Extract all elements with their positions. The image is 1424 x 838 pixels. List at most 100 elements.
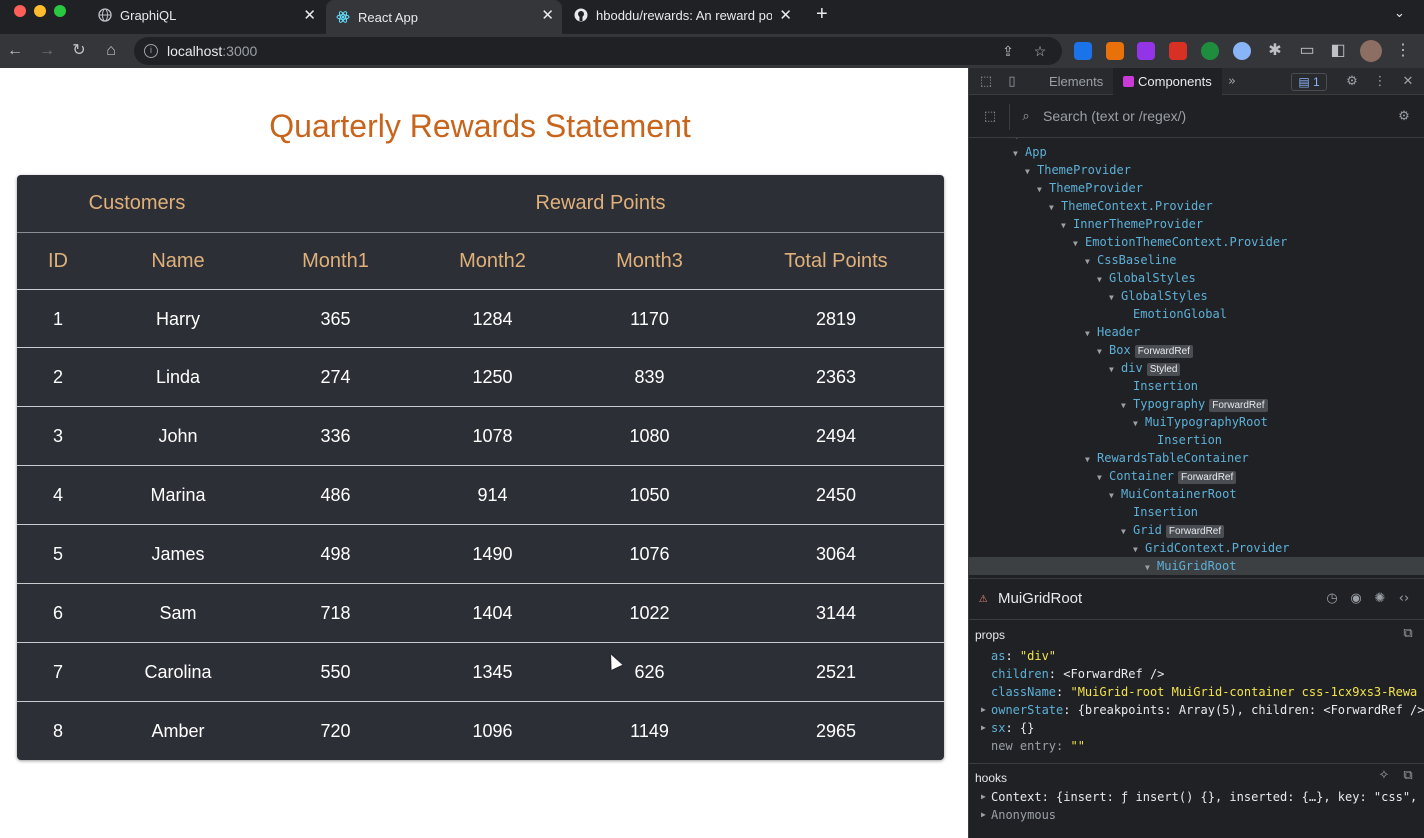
extension-orange-icon[interactable] (1106, 42, 1124, 60)
cell-name: Sam (159, 603, 197, 623)
tree-node[interactable]: Insertion (1133, 377, 1198, 395)
tree-node[interactable]: EmotionGlobal (1133, 305, 1227, 323)
settings-gear-icon[interactable]: ⚙ (1343, 73, 1361, 91)
cell-month3: 1050 (629, 485, 670, 505)
parse-hooks-wand-icon[interactable]: ✧ (1375, 767, 1393, 785)
maximize-window-button[interactable] (54, 5, 66, 17)
tree-node[interactable]: Insertion (1133, 503, 1198, 521)
extension-phone-icon[interactable] (1201, 42, 1219, 60)
tree-node[interactable]: ▼ Grid ForwardRef (1121, 521, 1225, 539)
expand-triangle-icon[interactable]: ▶ (981, 719, 986, 737)
tree-node[interactable]: ▼ Header (1085, 323, 1140, 341)
new-tab-button[interactable]: + (816, 3, 828, 26)
profile-avatar[interactable] (1360, 40, 1382, 62)
close-tab-icon[interactable]: ✕ (541, 6, 554, 24)
hooks-section: hooks ✧ ⧉ ▶ Context: {insert: ƒ insert() … (969, 763, 1424, 838)
expand-triangle-icon[interactable]: ▶ (981, 788, 986, 806)
cell-name: Harry (156, 309, 200, 329)
more-tabs-chevron-icon[interactable]: » (1223, 73, 1241, 91)
extension-purple-icon[interactable] (1137, 42, 1155, 60)
prop-row[interactable]: as: "div" (991, 647, 1419, 665)
browser-menu-icon[interactable]: ⋮ (1392, 40, 1414, 62)
cell-month1: 498 (320, 544, 351, 564)
extension-devtools-icon[interactable] (1074, 42, 1092, 60)
close-tab-icon[interactable]: ✕ (303, 6, 316, 24)
issues-count: 1 (1312, 75, 1320, 89)
copy-hooks-icon[interactable]: ⧉ (1399, 767, 1417, 785)
bug-icon[interactable]: ✺ (1371, 590, 1389, 608)
copy-props-icon[interactable]: ⧉ (1399, 625, 1417, 643)
prop-value[interactable]: "MuiGrid-root MuiGrid-container css-1cx9… (1070, 685, 1419, 699)
site-info-icon[interactable]: i (144, 44, 158, 58)
tree-node[interactable]: ▼ EmotionThemeContext.Provider (1073, 233, 1287, 251)
view-source-icon[interactable]: ‹› (1395, 590, 1413, 608)
home-icon[interactable]: ⌂ (100, 40, 122, 62)
close-window-button[interactable] (14, 5, 26, 17)
tree-node[interactable]: ▼ App (1013, 143, 1047, 161)
tree-node[interactable]: ▼ InnerThemeProvider (1061, 215, 1203, 233)
tree-node[interactable]: ▼ Box ForwardRef (1097, 341, 1193, 359)
back-arrow-icon[interactable]: ← (4, 40, 26, 62)
tree-node[interactable]: ▼ ThemeProvider (1037, 179, 1143, 197)
device-toolbar-icon[interactable]: ▯ (1003, 73, 1021, 91)
tree-node[interactable]: ▼ ThemeProvider (1025, 161, 1131, 179)
tree-node[interactable]: ▼ MuiContainerRoot (1109, 485, 1237, 503)
tree-node[interactable]: ▼ div Styled (1109, 359, 1181, 377)
cast-icon[interactable]: ▭ (1296, 40, 1318, 62)
tree-node[interactable]: ▼ GlobalStyles (1097, 269, 1196, 287)
select-component-icon[interactable]: ⬚ (981, 108, 999, 126)
tree-node[interactable]: ▼ GlobalStyles (1109, 287, 1208, 305)
prop-row[interactable]: ▶ sx: {} (981, 719, 1419, 737)
table-row: 1 Harry 365 1284 1170 2819 (17, 289, 944, 348)
bookmark-star-icon[interactable]: ☆ (1032, 43, 1048, 59)
share-icon[interactable]: ⇪ (1000, 43, 1016, 59)
tree-node[interactable]: Insertion (1157, 431, 1222, 449)
column-header-month3: Month3 (616, 250, 683, 272)
issues-badge[interactable]: ▤ 1 (1291, 73, 1327, 91)
browser-tab-graphiql[interactable]: GraphiQL ✕ (88, 0, 324, 30)
tree-settings-gear-icon[interactable]: ⚙ (1395, 108, 1413, 126)
tab-elements[interactable]: Elements (1049, 68, 1103, 95)
extension-red-icon[interactable] (1169, 42, 1187, 60)
devtools-menu-icon[interactable]: ⋮ (1371, 73, 1389, 91)
tree-node[interactable]: ▼ GridContext.Provider (1133, 539, 1290, 557)
tree-node[interactable]: ▼ MuiTypographyRoot (1133, 413, 1268, 431)
tree-node[interactable]: ▼ RewardsTableContainer (1085, 449, 1249, 467)
tree-node[interactable]: ▼ CssBaseline (1085, 251, 1176, 269)
search-input[interactable]: Search (text or /regex/) (1043, 108, 1186, 124)
side-panel-icon[interactable]: ◧ (1327, 40, 1349, 62)
reload-icon[interactable]: ↻ (68, 40, 90, 62)
close-tab-icon[interactable]: ✕ (779, 6, 792, 24)
extensions-puzzle-icon[interactable]: ✱ (1264, 40, 1286, 62)
eye-icon[interactable]: ◉ (1347, 590, 1365, 608)
tree-node[interactable]: ▼ Typography ForwardRef (1121, 395, 1268, 413)
new-entry-key[interactable]: new entry (991, 739, 1056, 753)
tree-node-selected[interactable]: ▼ MuiGridRoot (969, 557, 1424, 575)
inspect-element-icon[interactable]: ⬚ (977, 73, 995, 91)
tree-node[interactable]: ▼ Container ForwardRef (1097, 467, 1237, 485)
browser-tab-github[interactable]: hboddu/rewards: An reward po ✕ (564, 0, 800, 30)
extension-chat-icon[interactable] (1233, 42, 1251, 60)
browser-tab-react-app[interactable]: React App ✕ (326, 0, 562, 34)
table-row: 2 Linda 274 1250 839 2363 (17, 347, 944, 406)
close-devtools-icon[interactable]: ✕ (1399, 73, 1417, 91)
prop-row[interactable]: className: "MuiGrid-root MuiGrid-contain… (991, 683, 1419, 701)
address-url[interactable]: localhost:3000 (167, 43, 257, 59)
new-entry-value[interactable]: "" (1070, 739, 1084, 753)
tree-node[interactable]: ▼ ThemeContext.Provider (1049, 197, 1213, 215)
prop-value[interactable]: "div" (1020, 649, 1056, 663)
tab-search-chevron-icon[interactable]: ⌄ (1394, 5, 1405, 21)
minimize-window-button[interactable] (34, 5, 46, 17)
new-prop-row[interactable]: new entry: "" (991, 737, 1419, 755)
forward-arrow-icon[interactable]: → (36, 40, 58, 62)
timer-icon[interactable]: ◷ (1323, 590, 1341, 608)
prop-row[interactable]: ▶ ownerState: {breakpoints: Array(5), chi… (981, 701, 1424, 719)
address-bar[interactable]: i localhost:3000 ⇪ ☆ (134, 37, 1062, 65)
expand-triangle-icon[interactable]: ▶ (981, 806, 986, 824)
prop-row[interactable]: children: <ForwardRef /> (991, 665, 1419, 683)
tab-components[interactable]: Components (1113, 68, 1222, 95)
hook-row[interactable]: ▶ Anonymous (981, 806, 1419, 824)
tree-node-label: GridContext.Provider (1145, 541, 1290, 555)
hook-row[interactable]: ▶ Context: {insert: ƒ insert() {}, insert… (981, 788, 1424, 806)
expand-triangle-icon[interactable]: ▶ (981, 701, 986, 719)
